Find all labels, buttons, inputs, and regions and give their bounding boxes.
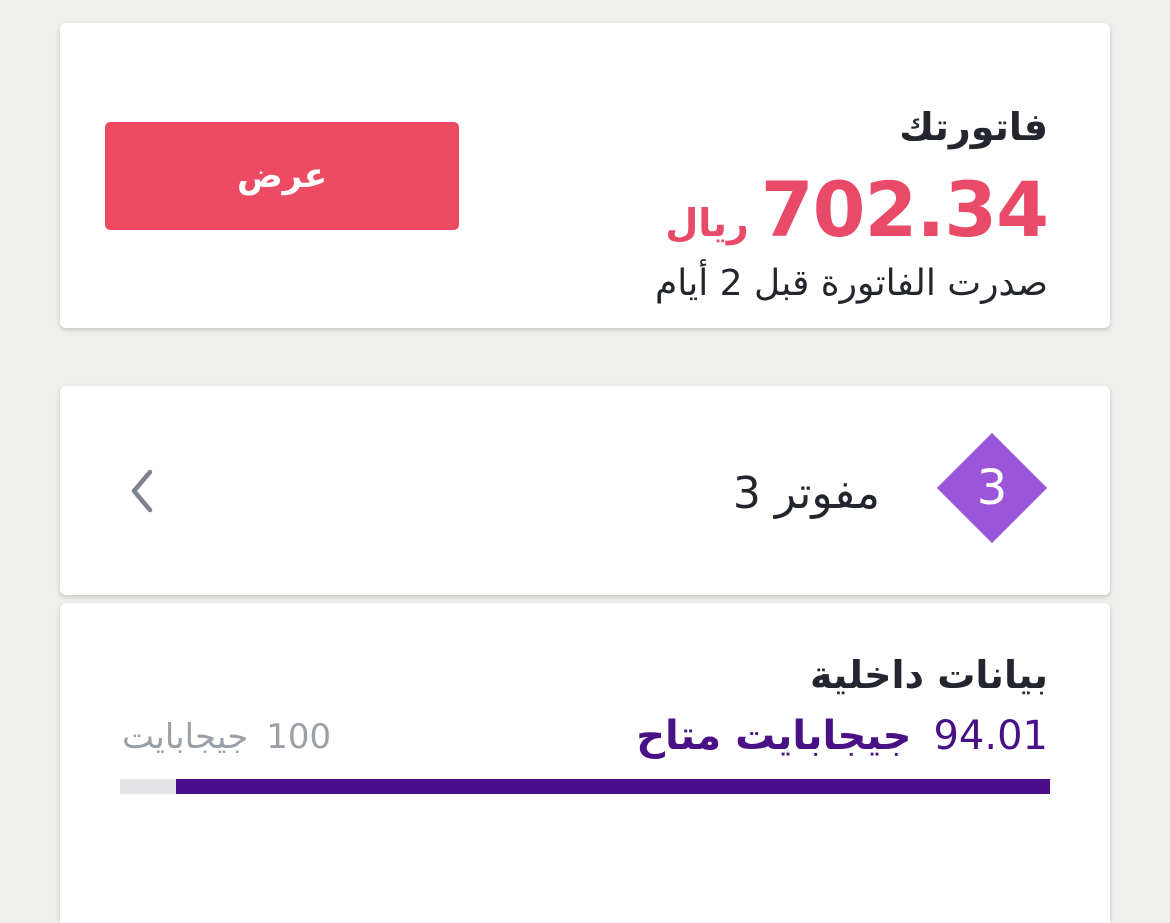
- bill-issued-text: صدرت الفاتورة قبل 2 أيام: [654, 263, 1048, 304]
- bill-amount: 702.34: [760, 165, 1049, 254]
- data-available: 94.01 جيجابايت متاح: [636, 713, 1048, 759]
- billed-lines-label: مفوتر 3: [732, 468, 880, 519]
- data-total-unit: جيجابايت: [122, 717, 249, 757]
- bill-amount-row: ريال 702.34: [665, 165, 1049, 254]
- data-usage-progress-bar: [120, 779, 1050, 794]
- bill-currency: ريال: [665, 201, 749, 245]
- data-available-unit: جيجابايت متاح: [636, 713, 912, 759]
- data-usage-progress-fill: [175, 779, 1050, 794]
- data-total-value: 100: [266, 717, 332, 757]
- view-bill-button[interactable]: عرض: [105, 122, 459, 230]
- diamond-badge-icon: 3: [936, 432, 1048, 544]
- billed-lines-card[interactable]: 3 مفوتر 3: [60, 386, 1110, 595]
- data-usage-card: بيانات داخلية 94.01 جيجابايت متاح 100 جي…: [60, 603, 1110, 923]
- data-total: 100 جيجابايت: [122, 717, 331, 757]
- line-count-badge: 3: [976, 460, 1008, 516]
- data-available-value: 94.01: [933, 713, 1048, 759]
- bill-title: فاتورتك: [899, 105, 1048, 149]
- bill-card: فاتورتك ريال 702.34 صدرت الفاتورة قبل 2 …: [60, 23, 1110, 328]
- chevron-left-icon[interactable]: [122, 466, 166, 516]
- data-usage-title: بيانات داخلية: [810, 653, 1048, 697]
